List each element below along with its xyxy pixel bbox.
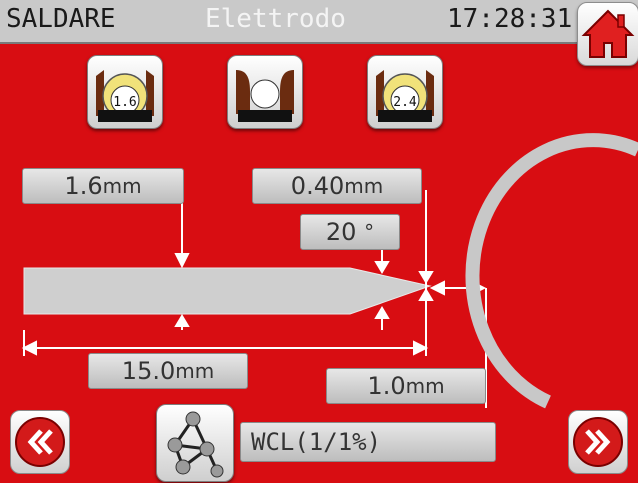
double-chevron-right-icon <box>573 417 623 467</box>
electrode-type-field[interactable]: WCL(1/1%) <box>240 422 496 462</box>
length-field[interactable]: 15.0 mm <box>88 353 248 389</box>
gap-field[interactable]: 1.0 mm <box>326 368 486 404</box>
angle-field[interactable]: 20 ° <box>300 214 400 250</box>
angle-value: 20 <box>325 218 357 246</box>
length-value: 15.0 <box>121 357 176 385</box>
workpiece-arc <box>465 133 638 409</box>
diameter-field[interactable]: 1.6 mm <box>22 168 184 204</box>
double-chevron-left-icon <box>15 417 65 467</box>
electrode-shape <box>23 267 432 315</box>
molecule-icon <box>167 411 224 478</box>
electrode-type-button[interactable] <box>156 404 234 482</box>
angle-unit: ° <box>364 220 375 244</box>
gap-value: 1.0 <box>367 372 406 400</box>
diameter-value: 1.6 <box>64 172 103 200</box>
forward-button[interactable] <box>568 410 628 474</box>
welder-screen: SALDARE Elettrodo 17:28:31 1.6 2.4 1.6 m… <box>0 0 638 483</box>
tip-value: 0.40 <box>290 172 345 200</box>
length-unit: mm <box>175 359 215 383</box>
diameter-unit: mm <box>102 174 142 198</box>
back-button[interactable] <box>10 410 70 474</box>
tip-unit: mm <box>344 174 384 198</box>
gap-unit: mm <box>405 374 445 398</box>
tip-field[interactable]: 0.40 mm <box>252 168 422 204</box>
